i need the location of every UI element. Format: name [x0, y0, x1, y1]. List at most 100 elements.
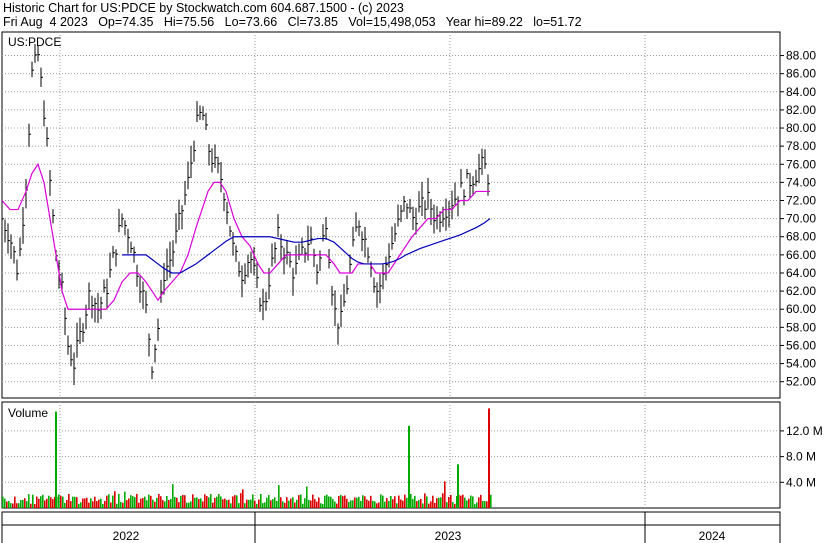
price-tick-label: 72.00 — [786, 194, 816, 208]
volume-bar — [196, 497, 198, 508]
volume-bar — [290, 498, 292, 508]
volume-bar — [282, 501, 284, 508]
volume-bar — [238, 503, 240, 508]
volume-bar — [324, 495, 326, 508]
volume-bar — [472, 496, 474, 508]
volume-bar — [380, 494, 382, 508]
volume-bar — [160, 496, 162, 508]
volume-tick-label: 12.0 M — [786, 424, 823, 438]
volume-bar — [424, 493, 426, 508]
volume-bar — [212, 502, 214, 508]
volume-bar — [136, 493, 138, 508]
volume-bar — [126, 500, 128, 508]
volume-bar — [130, 495, 132, 508]
volume-bar — [182, 494, 184, 508]
volume-bar — [68, 493, 70, 508]
volume-bar — [250, 499, 252, 508]
price-tick-label: 62.00 — [786, 284, 816, 298]
volume-panel-label: Volume — [8, 406, 48, 420]
volume-spike-bar — [457, 464, 459, 508]
volume-bar — [6, 501, 8, 508]
price-tick-label: 68.00 — [786, 230, 816, 244]
volume-bar — [150, 495, 152, 508]
volume-bar — [378, 502, 380, 508]
volume-bar — [316, 501, 318, 508]
volume-bar — [366, 499, 368, 508]
volume-bar — [426, 496, 428, 508]
volume-bar — [298, 495, 300, 508]
volume-bar — [10, 503, 12, 508]
volume-bar — [124, 491, 126, 508]
volume-bar — [354, 497, 356, 508]
volume-bar — [232, 496, 234, 508]
volume-bar — [312, 494, 314, 508]
volume-bar — [154, 501, 156, 508]
volume-bar — [452, 502, 454, 508]
price-tick-label: 86.00 — [786, 67, 816, 81]
volume-bar — [92, 501, 94, 508]
volume-bar — [220, 496, 222, 508]
volume-bar — [176, 497, 178, 508]
x-label-2024: 2024 — [699, 529, 726, 543]
volume-bar — [248, 499, 250, 508]
volume-bar — [294, 502, 296, 508]
volume-bar — [28, 494, 30, 508]
volume-bar — [72, 496, 74, 508]
volume-bar — [164, 501, 166, 508]
volume-bar — [342, 496, 344, 508]
volume-bar — [192, 494, 194, 508]
volume-axis: 12.0 M 8.0 M 4.0 M — [780, 424, 823, 489]
volume-bar — [16, 503, 18, 508]
volume-bar — [184, 495, 186, 508]
volume-bar — [100, 498, 102, 508]
volume-bar — [470, 495, 472, 508]
volume-bar — [170, 498, 172, 508]
price-tick-label: 76.00 — [786, 157, 816, 171]
volume-bar — [224, 498, 226, 508]
volume-bar — [24, 498, 26, 508]
volume-bar — [20, 500, 22, 508]
volume-bar — [44, 500, 46, 508]
volume-bar — [284, 502, 286, 508]
time-strip — [1, 511, 781, 526]
volume-bar — [86, 497, 88, 508]
volume-bar — [434, 502, 436, 508]
price-tick-label: 60.00 — [786, 302, 816, 316]
volume-bar — [38, 498, 40, 508]
volume-bar — [144, 496, 146, 508]
volume-bar — [234, 495, 236, 508]
volume-bar — [288, 500, 290, 508]
volume-bar — [202, 501, 204, 508]
volume-bar — [256, 503, 258, 508]
volume-bar — [222, 499, 224, 508]
volume-bar — [292, 497, 294, 508]
volume-bar — [152, 499, 154, 508]
volume-bar — [112, 495, 114, 508]
volume-bar — [12, 503, 14, 508]
volume-bar — [84, 498, 86, 508]
volume-bar — [300, 494, 302, 508]
volume-bar — [110, 502, 112, 508]
volume-bar — [432, 495, 434, 508]
price-tick-label: 54.00 — [786, 357, 816, 371]
volume-bar — [418, 500, 420, 508]
volume-bar — [210, 494, 212, 508]
volume-spike-bar — [408, 425, 410, 508]
volume-bar — [258, 499, 260, 508]
volume-bar — [262, 503, 264, 508]
price-tick-label: 80.00 — [786, 121, 816, 135]
volume-bar — [194, 497, 196, 508]
volume-bar — [82, 498, 84, 508]
price-tick-label: 56.00 — [786, 338, 816, 352]
volume-bar — [304, 498, 306, 508]
volume-bar — [368, 500, 370, 508]
volume-bar — [156, 497, 158, 508]
volume-bar — [478, 497, 480, 508]
volume-bar — [370, 495, 372, 508]
volume-bar — [174, 496, 176, 508]
volume-bar — [266, 497, 268, 508]
volume-bar — [306, 486, 308, 508]
volume-bar — [70, 501, 72, 508]
volume-bar — [388, 500, 390, 508]
volume-bar — [138, 502, 140, 508]
